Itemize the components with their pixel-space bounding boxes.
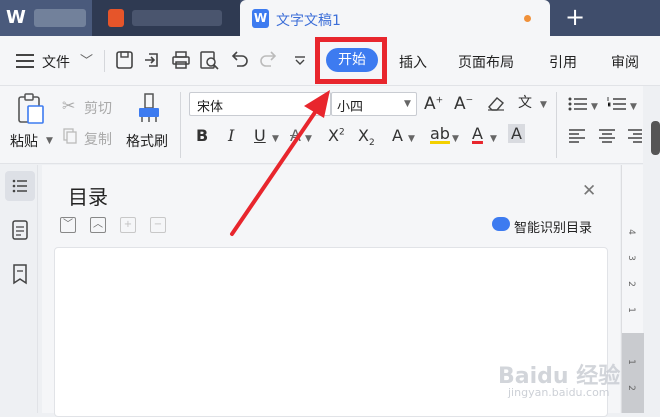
redo-icon[interactable] [258, 50, 280, 70]
blurred-tab-label [132, 10, 222, 26]
chevron-down-icon[interactable]: ▼ [46, 136, 53, 146]
new-tab-button[interactable]: + [562, 5, 588, 31]
chevron-down-icon[interactable]: ▼ [272, 134, 279, 144]
unsaved-dot-icon [524, 15, 531, 22]
tab-references[interactable]: 引用 [549, 52, 577, 72]
chevron-down-icon[interactable]: ▼ [591, 102, 598, 112]
wps-home-tab[interactable]: W [0, 0, 92, 36]
grow-font-icon[interactable]: A+ [424, 94, 443, 114]
app-icon [108, 9, 124, 27]
chevron-down-icon: ▼ [318, 99, 325, 109]
wps-logo-icon: W [6, 7, 26, 28]
undo-icon[interactable] [228, 50, 250, 70]
tab-insert[interactable]: 插入 [399, 52, 427, 72]
document-tab-active[interactable]: W 文字文稿1 [240, 0, 550, 36]
char-shading-icon[interactable]: A [508, 124, 525, 143]
align-right-icon[interactable] [628, 128, 642, 144]
watermark-url: jingyan.baidu.com [508, 386, 610, 399]
shrink-font-icon[interactable]: A− [454, 94, 473, 114]
paste-button[interactable]: 粘贴 [10, 131, 38, 151]
ruler-number: 1 [625, 359, 636, 365]
phonetic-guide-icon[interactable]: 文 [518, 92, 532, 112]
other-document-tab[interactable] [92, 0, 240, 36]
print-preview-icon[interactable] [198, 50, 220, 70]
divider [104, 50, 105, 72]
ruler-number: 1 [625, 307, 636, 313]
strikethrough-icon[interactable]: A [290, 126, 301, 145]
vertical-ruler: 4 3 2 1 1 2 [621, 165, 644, 413]
cut-button[interactable]: 剪切 [84, 98, 112, 118]
chevron-down-icon[interactable]: ▼ [305, 134, 312, 144]
chevron-down-icon[interactable]: ▼ [452, 134, 459, 144]
ribbon-scroll-right[interactable] [643, 86, 660, 413]
format-painter-icon[interactable] [136, 92, 162, 124]
ruler-margin-region [622, 333, 644, 413]
align-center-icon[interactable] [598, 128, 616, 144]
text-effect-icon[interactable]: A [392, 126, 403, 145]
smart-detect-icon [492, 217, 510, 231]
bold-icon[interactable]: B [196, 126, 208, 145]
navigation-pane-icon[interactable] [5, 215, 35, 245]
chevron-down-icon[interactable]: ▼ [408, 134, 415, 144]
clear-format-icon[interactable] [486, 95, 506, 111]
ribbon-home: 粘贴 ▼ ✂ 剪切 复制 格式刷 宋体 ▼ 小四 ▼ A+ A− 文 ▼ B I… [0, 86, 660, 164]
title-tab-bar: W W 文字文稿1 + [0, 0, 660, 36]
copy-icon [63, 128, 77, 144]
save-icon[interactable] [114, 50, 136, 70]
bullet-list-icon[interactable] [568, 96, 588, 112]
bookmark-icon[interactable] [5, 259, 35, 289]
align-left-icon[interactable] [568, 128, 586, 144]
subscript-icon[interactable]: X2 [358, 126, 375, 148]
smart-detect-toc-button[interactable]: 智能识别目录 [514, 217, 592, 236]
toc-title: 目录 [68, 185, 108, 209]
divider [180, 92, 181, 158]
scroll-thumb[interactable] [651, 121, 660, 155]
divider [556, 92, 557, 158]
collapse-down-icon[interactable]: ﹀ [60, 217, 76, 233]
add-level-icon: + [120, 217, 136, 233]
highlight-icon[interactable]: ab [430, 124, 450, 143]
font-color-icon[interactable]: A [472, 124, 483, 143]
chevron-down-icon[interactable]: ▼ [630, 102, 637, 112]
annotation-highlight-box [315, 37, 387, 84]
export-icon[interactable] [142, 50, 164, 70]
superscript-icon[interactable]: X2 [328, 126, 345, 145]
writer-doc-icon: W [252, 9, 269, 28]
file-menu[interactable]: 文件 [42, 52, 70, 72]
font-name-select[interactable]: 宋体 ▼ [189, 92, 331, 116]
hamburger-menu-icon[interactable] [16, 54, 34, 68]
chevron-down-icon[interactable]: ▼ [490, 134, 497, 144]
collapse-up-icon[interactable]: ︿ [90, 217, 106, 233]
font-size-select[interactable]: 小四 ▼ [331, 92, 417, 116]
ruler-number: 2 [625, 385, 636, 391]
ruler-number: 4 [625, 229, 636, 235]
italic-icon[interactable]: I [228, 126, 234, 145]
copy-button[interactable]: 复制 [84, 129, 112, 149]
chevron-down-icon: ▼ [404, 99, 411, 109]
ruler-number: 2 [625, 281, 636, 287]
paste-icon[interactable] [16, 92, 46, 126]
document-title: 文字文稿1 [276, 13, 341, 29]
tab-page-layout[interactable]: 页面布局 [458, 52, 514, 72]
numbered-list-icon[interactable] [607, 96, 627, 112]
toc-panel-button[interactable] [5, 171, 35, 201]
underline-icon[interactable]: U [254, 126, 266, 145]
print-icon[interactable] [170, 50, 192, 70]
chevron-down-icon[interactable]: ▼ [540, 100, 547, 110]
blurred-tab-label [34, 9, 86, 27]
customize-toolbar-icon[interactable] [290, 50, 312, 70]
chevron-down-icon[interactable]: ﹀ [80, 50, 93, 69]
remove-level-icon: − [150, 217, 166, 233]
close-icon[interactable]: ✕ [582, 181, 596, 201]
left-nav-bar [0, 165, 38, 413]
format-painter-button[interactable]: 格式刷 [126, 131, 168, 151]
tab-review[interactable]: 审阅 [611, 52, 639, 72]
font-name-value: 宋体 [197, 100, 224, 115]
cut-icon: ✂ [62, 96, 76, 115]
font-size-value: 小四 [337, 100, 364, 115]
ruler-number: 3 [625, 255, 636, 261]
